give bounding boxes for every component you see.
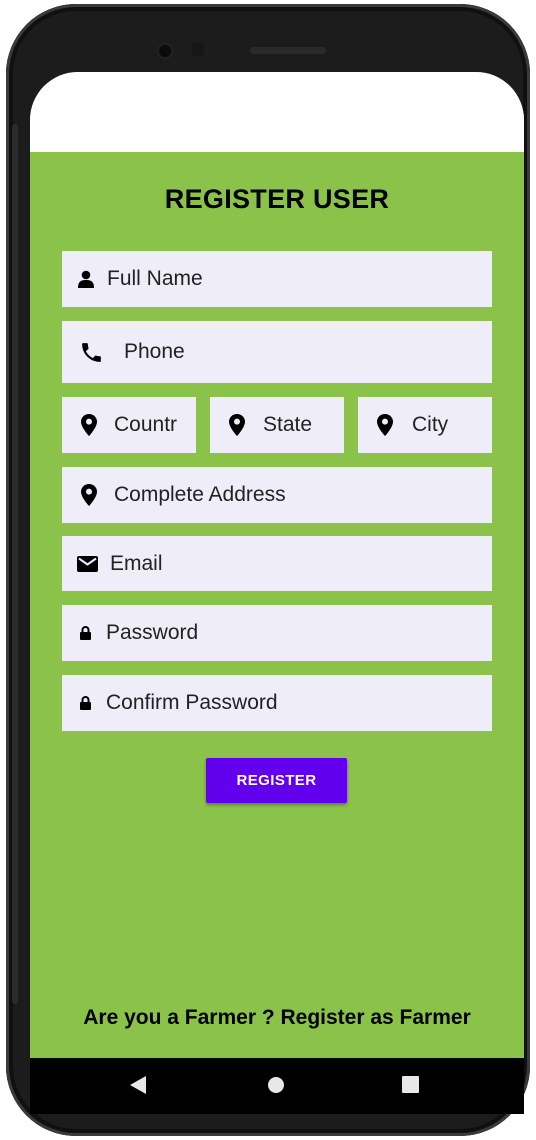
earpiece-speaker <box>250 47 326 54</box>
status-bar-area <box>30 72 524 152</box>
city-input[interactable]: City <box>358 397 492 453</box>
system-navigation-bar <box>30 1058 524 1114</box>
phone-placeholder: Phone <box>124 340 185 363</box>
confirm-password-input[interactable]: Confirm Password <box>62 675 492 731</box>
register-button[interactable]: REGISTER <box>206 758 347 803</box>
recents-icon[interactable] <box>402 1076 419 1098</box>
city-placeholder: City <box>412 413 449 436</box>
back-icon[interactable] <box>130 1076 146 1099</box>
email-placeholder: Email <box>110 551 163 575</box>
confirm-password-placeholder: Confirm Password <box>106 691 278 714</box>
lock-icon <box>78 626 92 640</box>
address-placeholder: Complete Address <box>114 483 286 506</box>
front-camera <box>156 42 174 60</box>
password-input[interactable]: Password <box>62 605 492 661</box>
proximity-sensor <box>192 42 204 56</box>
country-input[interactable]: Countr <box>62 397 196 453</box>
phone-input[interactable]: Phone <box>62 321 492 383</box>
country-placeholder: Countr <box>114 413 178 436</box>
home-icon[interactable] <box>267 1076 285 1099</box>
page-title: REGISTER USER <box>164 184 390 214</box>
full-name-input[interactable]: Full Name <box>62 251 492 307</box>
mail-icon <box>76 555 98 572</box>
lock-icon <box>78 696 92 710</box>
app-screen: REGISTER USER Full Name Phone Countr Sta… <box>30 72 524 1058</box>
location-pin-icon <box>80 484 98 506</box>
state-placeholder: State <box>263 413 313 436</box>
location-pin-icon <box>80 414 98 436</box>
email-input[interactable]: Email <box>62 536 492 591</box>
password-placeholder: Password <box>106 621 199 644</box>
location-pin-icon <box>376 414 394 436</box>
state-input[interactable]: State <box>210 397 344 453</box>
person-icon <box>76 270 96 288</box>
full-name-placeholder: Full Name <box>107 267 203 290</box>
phone-side-left <box>12 124 18 1004</box>
location-pin-icon <box>228 414 246 436</box>
address-input[interactable]: Complete Address <box>62 467 492 523</box>
phone-icon <box>78 340 104 365</box>
register-as-farmer-link[interactable]: Are you a Farmer ? Register as Farmer <box>30 1006 524 1030</box>
